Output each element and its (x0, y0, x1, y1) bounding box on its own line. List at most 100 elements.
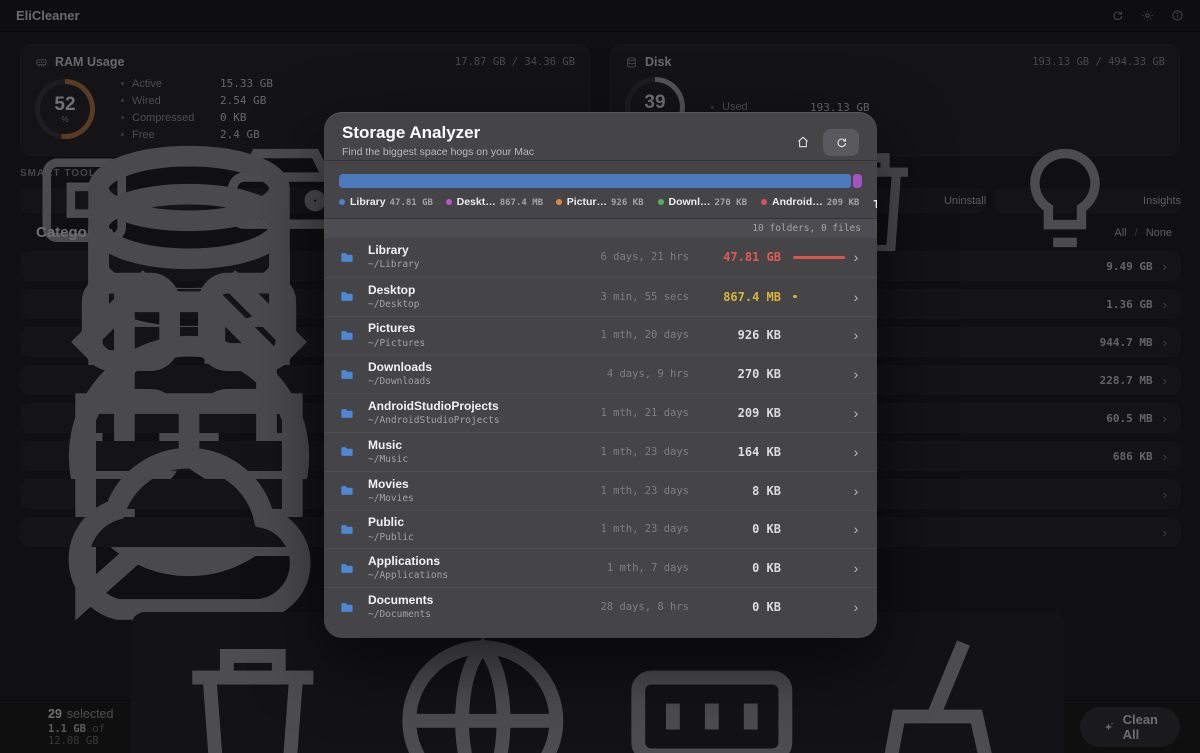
folder-icon (338, 444, 368, 459)
modal-subtitle: Find the biggest space hogs on your Mac (342, 146, 534, 158)
legend-value: 47.81 GB (390, 198, 432, 209)
legend-item: Library47.81 GB (339, 196, 432, 209)
row-size: 164 KB (689, 445, 781, 459)
analyzer-row[interactable]: AndroidStudioProjects ~/AndroidStudioPro… (324, 393, 877, 432)
row-name: Music (368, 439, 589, 452)
chevron-right-icon[interactable]: › (843, 599, 869, 615)
rescan-button[interactable] (823, 129, 859, 156)
app-window: EliCleaner RAM Usage 17.87 GB / 34.36 GB… (0, 0, 1200, 753)
analyzer-row[interactable]: Documents ~/Documents 28 days, 8 hrs 0 K… (324, 587, 877, 626)
folder-icon (338, 289, 368, 304)
row-path: ~/Library (368, 259, 589, 270)
row-age: 28 days, 8 hrs (589, 601, 689, 613)
row-age: 1 mth, 21 days (589, 407, 689, 419)
row-name: Movies (368, 478, 589, 491)
row-name: AndroidStudioProjects (368, 400, 589, 413)
row-age: 6 days, 21 hrs (589, 251, 689, 263)
home-button[interactable] (796, 135, 810, 149)
analyzer-row[interactable]: Desktop ~/Desktop 3 min, 55 secs 867.4 M… (324, 277, 877, 316)
row-age: 1 mth, 23 days (589, 446, 689, 458)
row-name: Library (368, 244, 589, 257)
row-path: ~/AndroidStudioProjects (368, 415, 589, 426)
chevron-right-icon[interactable]: › (843, 405, 869, 421)
row-path: ~/Documents (368, 609, 589, 620)
legend-dot (339, 199, 345, 205)
chevron-right-icon[interactable]: › (843, 366, 869, 382)
row-path: ~/Pictures (368, 338, 589, 349)
analyzer-row[interactable]: Applications ~/Applications 1 mth, 7 day… (324, 548, 877, 587)
row-path: ~/Downloads (368, 376, 589, 387)
legend-value: 867.4 MB (500, 198, 542, 209)
analyzer-row[interactable]: Downloads ~/Downloads 4 days, 9 hrs 270 … (324, 354, 877, 393)
analyzer-row[interactable]: Public ~/Public 1 mth, 23 days 0 KB › (324, 510, 877, 549)
legend-item: Android…209 KB (761, 196, 859, 209)
legend-dot (658, 199, 664, 205)
legend-name: Android…209 KB (772, 196, 859, 209)
row-age: 3 min, 55 secs (589, 291, 689, 303)
analyzer-row[interactable]: Pictures ~/Pictures 1 mth, 20 days 926 K… (324, 316, 877, 355)
row-path: ~/Movies (368, 493, 589, 504)
row-size: 867.4 MB (689, 290, 781, 304)
row-size: 209 KB (689, 406, 781, 420)
legend-item: Deskt…867.4 MB (446, 196, 542, 209)
row-path: ~/Music (368, 454, 589, 465)
row-name: Public (368, 516, 589, 529)
legend-value: 209 KB (827, 198, 860, 209)
row-size: 0 KB (689, 561, 781, 575)
legend-dot (761, 199, 767, 205)
row-age: 1 mth, 20 days (589, 329, 689, 341)
folder-icon (338, 367, 368, 382)
legend-value: 270 KB (715, 198, 748, 209)
analyzer-row[interactable]: Movies ~/Movies 1 mth, 23 days 8 KB › (324, 471, 877, 510)
legend-dot (556, 199, 562, 205)
folder-icon (338, 522, 368, 537)
chevron-right-icon[interactable]: › (843, 249, 869, 265)
legend-name: Downl…270 KB (669, 196, 748, 209)
legend-name: Pictur…926 KB (567, 196, 644, 209)
row-age: 4 days, 9 hrs (589, 368, 689, 380)
row-size: 47.81 GB (689, 250, 781, 264)
row-path: ~/Applications (368, 570, 589, 581)
folder-icon (338, 250, 368, 265)
legend-total: Total: 48.68 GB (873, 196, 877, 211)
legend-dot (446, 199, 452, 205)
chevron-right-icon[interactable]: › (843, 521, 869, 537)
chevron-right-icon[interactable]: › (843, 560, 869, 576)
folder-icon (338, 561, 368, 576)
row-size: 270 KB (689, 367, 781, 381)
folder-icon (338, 406, 368, 421)
analyzer-row[interactable]: Music ~/Music 1 mth, 23 days 164 KB › (324, 432, 877, 471)
row-size: 0 KB (689, 522, 781, 536)
storage-analyzer-modal: Storage Analyzer Find the biggest space … (324, 112, 877, 638)
row-size: 926 KB (689, 328, 781, 342)
usage-bar (339, 174, 862, 188)
chevron-right-icon[interactable]: › (843, 483, 869, 499)
chevron-right-icon[interactable]: › (843, 444, 869, 460)
row-age: 1 mth, 23 days (589, 523, 689, 535)
row-name: Pictures (368, 322, 589, 335)
list-count-header: 10 folders, 0 files (324, 219, 877, 238)
row-age: 1 mth, 23 days (589, 485, 689, 497)
analyzer-row[interactable]: Library ~/Library 6 days, 21 hrs 47.81 G… (324, 238, 877, 277)
row-age: 1 mth, 7 days (589, 562, 689, 574)
row-name: Desktop (368, 284, 589, 297)
folder-icon (338, 328, 368, 343)
folder-icon (338, 600, 368, 615)
chevron-right-icon[interactable]: › (843, 289, 869, 305)
usage-summary-section: Library47.81 GB Deskt…867.4 MB Pictur…92… (324, 161, 877, 219)
legend-value: 926 KB (611, 198, 644, 209)
row-name: Documents (368, 594, 589, 607)
row-path: ~/Public (368, 532, 589, 543)
row-usage-bar (793, 295, 797, 298)
row-path: ~/Desktop (368, 299, 589, 310)
row-size: 8 KB (689, 484, 781, 498)
row-name: Applications (368, 555, 589, 568)
modal-title: Storage Analyzer (342, 124, 534, 143)
legend-item: Pictur…926 KB (556, 196, 644, 209)
legend-name: Library47.81 GB (350, 196, 432, 209)
folder-icon (338, 483, 368, 498)
chevron-right-icon[interactable]: › (843, 327, 869, 343)
legend-item: Downl…270 KB (658, 196, 748, 209)
row-name: Downloads (368, 361, 589, 374)
row-usage-bar (793, 256, 845, 259)
